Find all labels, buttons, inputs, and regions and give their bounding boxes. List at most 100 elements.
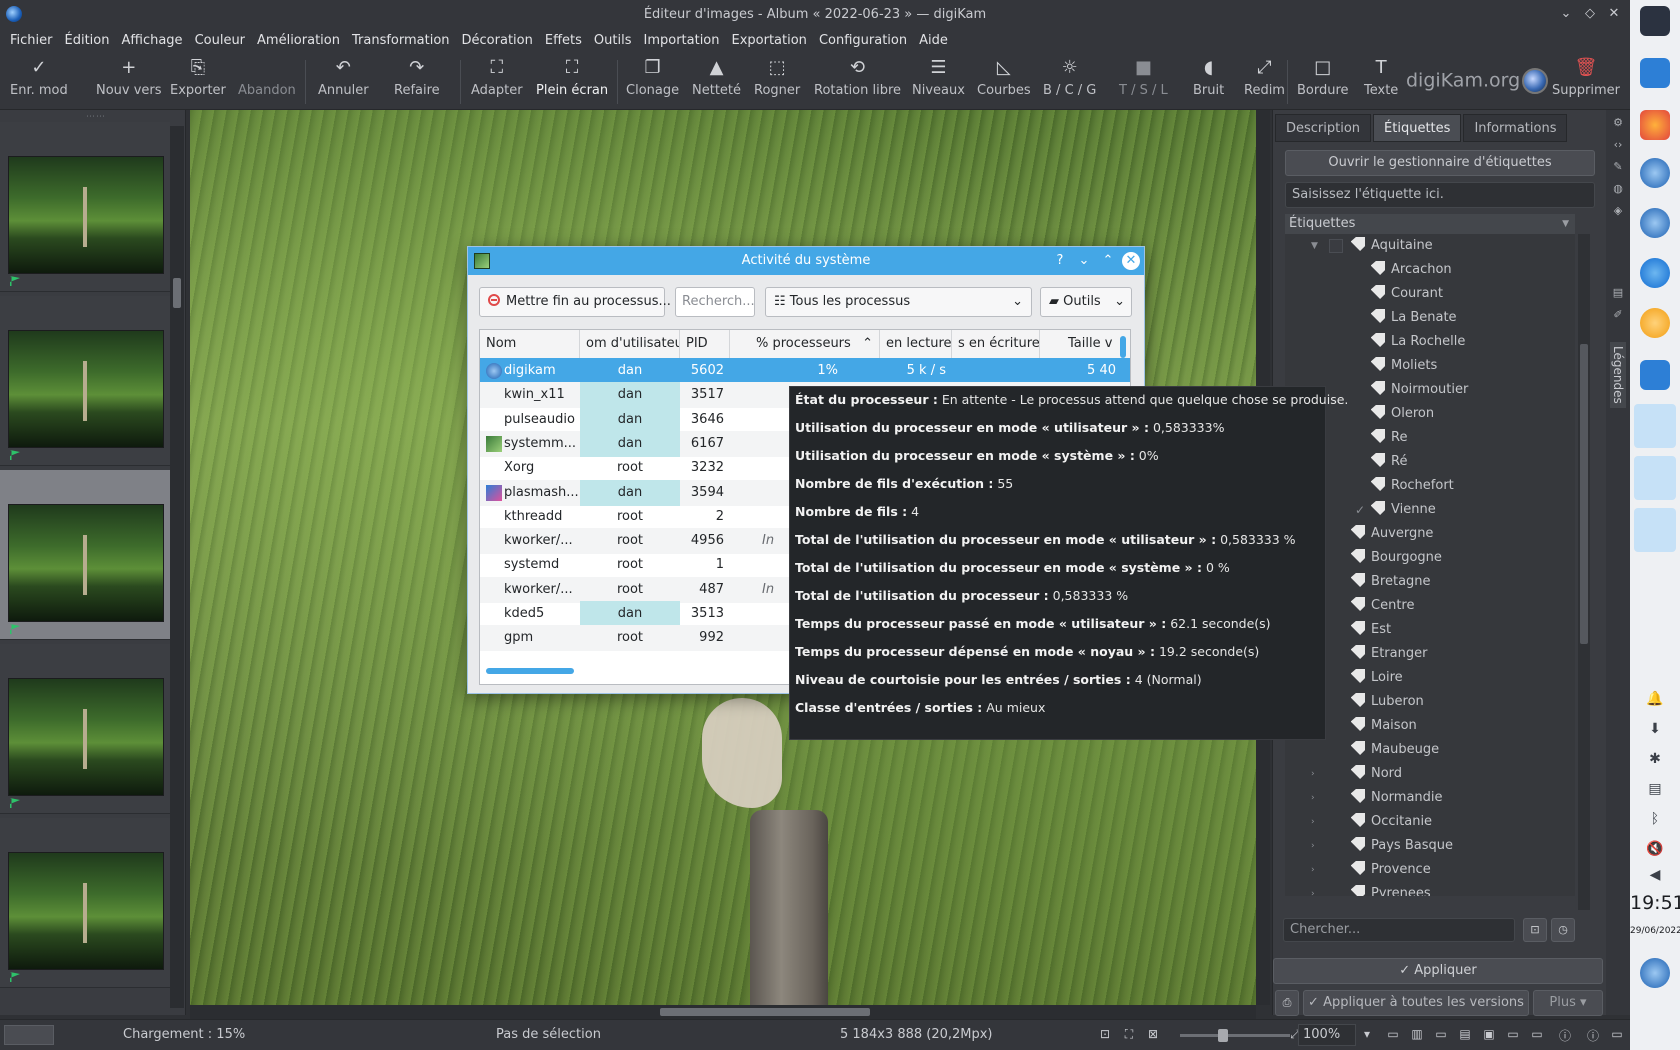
tag-icon[interactable]: ◈ (1611, 204, 1625, 218)
chevron-right-icon[interactable]: › (1311, 810, 1315, 834)
tab-informations[interactable]: Informations (1463, 114, 1568, 142)
tag-tree-item[interactable]: Loire (1285, 666, 1575, 690)
curves-button[interactable]: ◺ Courbes (977, 56, 1031, 106)
tag-tree-item[interactable]: › Pyrenees (1285, 882, 1575, 896)
scrollbar-handle[interactable] (1580, 344, 1588, 644)
zoom-to-fit-icon[interactable]: ⊡ (1096, 1027, 1114, 1043)
thumbnail-item[interactable] (0, 296, 170, 466)
thumbnail-item[interactable] (0, 122, 170, 292)
thumbnail-scrollbar[interactable] (170, 126, 184, 1008)
tag-tree-item[interactable]: › Provence (1285, 858, 1575, 882)
levels-button[interactable]: ☰ Niveaux (912, 56, 965, 106)
table-horizontal-scrollbar[interactable] (486, 668, 574, 674)
digikam-icon[interactable] (1640, 208, 1670, 238)
tag-tree-item[interactable]: ✓ Vienne (1285, 498, 1575, 522)
settings-sliders-icon[interactable]: ⚙ (1611, 116, 1625, 130)
hsl-button[interactable]: ■ T / S / L (1119, 56, 1168, 106)
column-header-cpu[interactable]: % processeurs ⌃ (730, 330, 880, 358)
chevron-down-icon[interactable]: ▼ (1311, 234, 1318, 258)
menu-edition[interactable]: Édition (59, 33, 116, 48)
clock-time[interactable]: 19:51 (1630, 892, 1680, 914)
thunderbird-icon[interactable] (1640, 258, 1670, 288)
chevron-right-icon[interactable]: › (1311, 834, 1315, 858)
history-icon[interactable]: ◷ (1551, 918, 1575, 942)
scrollbar-handle[interactable] (173, 278, 181, 308)
template-icon[interactable]: ▤ (1611, 286, 1625, 300)
column-header-pid[interactable]: PID (680, 330, 730, 358)
menu-affichage[interactable]: Affichage (115, 33, 188, 48)
tag-tree-item[interactable]: Ré (1285, 450, 1575, 474)
download-icon[interactable]: ⬇ (1646, 720, 1664, 738)
info-icon[interactable]: ⓘ (1556, 1027, 1574, 1043)
new-version-button[interactable]: + Nouv vers (96, 56, 162, 106)
minimize-icon[interactable]: ⌄ (1074, 251, 1094, 271)
thumbnail-item[interactable] (0, 818, 170, 988)
maximize-icon[interactable]: ⌃ (1098, 251, 1118, 271)
notification-bell-icon[interactable]: 🔔 (1646, 690, 1664, 708)
digikam-icon[interactable] (1640, 158, 1670, 188)
clone-button[interactable]: ❐ Clonage (626, 56, 679, 106)
more-button[interactable]: Plus ▾ (1533, 990, 1603, 1016)
column-header-write[interactable]: s en écriture (952, 330, 1040, 358)
menu-effets[interactable]: Effets (539, 33, 588, 48)
pen-icon[interactable]: ✐ (1611, 308, 1625, 322)
tools-button[interactable]: ▰ Outils ⌄ (1040, 287, 1132, 317)
tag-tree-item[interactable]: › Nord (1285, 762, 1575, 786)
tags-tree-header[interactable]: Étiquettes ▼ (1285, 214, 1575, 234)
document-icon[interactable]: ⎙ (1275, 990, 1299, 1016)
tag-filter-icon[interactable]: ⊡ (1523, 918, 1547, 942)
tag-tree-item[interactable]: ▼ Aquitaine (1285, 234, 1575, 258)
menu-transformation[interactable]: Transformation (346, 33, 456, 48)
checkmark-icon[interactable]: ✓ (1355, 498, 1365, 522)
kill-process-button[interactable]: Mettre fin au processus... (479, 287, 671, 317)
tag-checkbox[interactable] (1329, 239, 1343, 253)
tag-entry-field[interactable]: Saisissez l'étiquette ici. (1285, 182, 1595, 208)
tag-tree-item[interactable]: Arcachon (1285, 258, 1575, 282)
tag-tree-item[interactable]: La Rochelle (1285, 330, 1575, 354)
tab-legendes[interactable]: Légendes (1610, 342, 1626, 408)
abort-button[interactable]: Abandon (238, 56, 296, 106)
tag-tree-item[interactable]: Est (1285, 618, 1575, 642)
crop-button[interactable]: ⬚ Rogner (754, 56, 800, 106)
zoom-level-field[interactable]: 100% (1298, 1024, 1356, 1046)
menu-amelioration[interactable]: Amélioration (251, 33, 346, 48)
tag-tree-item[interactable]: Auvergne (1285, 522, 1575, 546)
clock-date[interactable]: 29/06/2022 (1630, 926, 1680, 936)
digikam-window-icon[interactable] (1634, 456, 1676, 500)
menu-outils[interactable]: Outils (588, 33, 638, 48)
view-before-icon[interactable]: ▭ (1504, 1027, 1522, 1043)
digikam-window-icon[interactable] (1634, 404, 1676, 448)
close-window-icon[interactable]: ✕ (1604, 4, 1624, 24)
menu-decoration[interactable]: Décoration (456, 33, 539, 48)
paint-icon[interactable]: ✎ (1611, 160, 1625, 174)
tag-tree-item[interactable]: Bretagne (1285, 570, 1575, 594)
keep-above-icon[interactable]: ◇ (1580, 4, 1600, 24)
volume-muted-icon[interactable]: 🔇 (1646, 840, 1664, 858)
save-button[interactable]: ✓ Enr. mod (10, 56, 68, 106)
tag-tree-item[interactable]: › Pays Basque (1285, 834, 1575, 858)
table-vertical-scrollbar[interactable] (1120, 336, 1126, 358)
tag-tree-item[interactable]: Moliets (1285, 354, 1575, 378)
view-side-icon[interactable]: ▤ (1456, 1027, 1474, 1043)
firefox-icon[interactable] (1640, 110, 1670, 140)
thumbnail-item-selected[interactable] (0, 470, 170, 640)
export-button[interactable]: ⎘ Exporter (170, 56, 226, 106)
tag-tree-item[interactable]: › Occitanie (1285, 810, 1575, 834)
menu-importation[interactable]: Importation (637, 33, 725, 48)
network-icon[interactable]: ✱ (1646, 750, 1664, 768)
column-header-name[interactable]: Nom (480, 330, 580, 358)
text-button[interactable]: T Texte (1364, 56, 1398, 106)
tag-tree-item[interactable]: Centre (1285, 594, 1575, 618)
view-split-icon[interactable]: ▥ (1408, 1027, 1426, 1043)
expand-tray-icon[interactable]: ◀ (1646, 866, 1664, 884)
monitor-icon[interactable]: ▭ (1608, 1027, 1626, 1043)
clipboard-icon[interactable]: ▤ (1646, 780, 1664, 798)
globe-icon[interactable]: ◍ (1611, 182, 1625, 196)
tag-tree-item[interactable]: Bourgogne (1285, 546, 1575, 570)
tag-tree-item[interactable]: Etranger (1285, 642, 1575, 666)
folder-icon[interactable] (1640, 360, 1670, 390)
menu-fichier[interactable]: Fichier (4, 33, 59, 48)
border-button[interactable]: □ Bordure (1297, 56, 1349, 106)
tag-tree-item[interactable]: Maison (1285, 714, 1575, 738)
digikam-app-icon[interactable] (6, 6, 22, 22)
